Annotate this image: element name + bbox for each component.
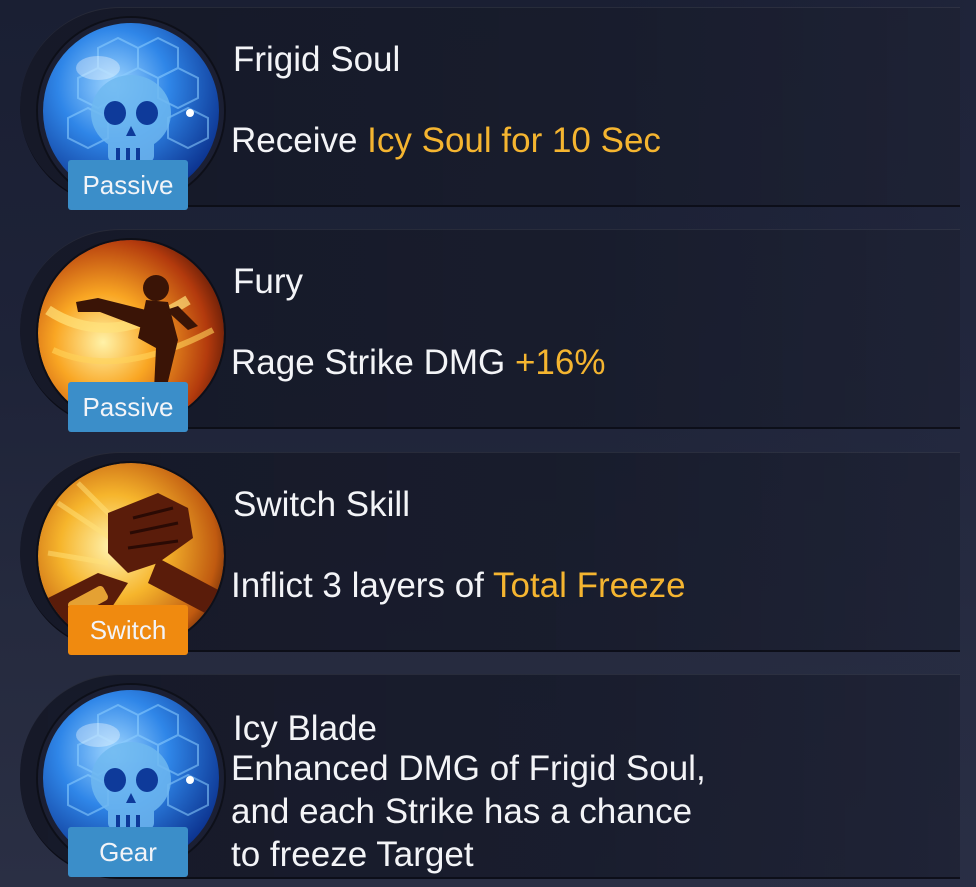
skill-desc-highlight: Icy Soul for 10 Sec [367,121,661,160]
skill-type-badge: Passive [68,382,188,432]
skill-name: Fury [233,262,303,301]
skill-desc-text: Inflict 3 layers of [231,566,493,605]
skill-desc-line: Enhanced DMG of Frigid Soul, [231,749,706,788]
skill-desc-line: and each Strike has a chance [231,792,693,831]
skill-row-frigid-soul[interactable]: Passive Frigid Soul Receive Icy Soul for… [20,7,960,210]
skill-desc-line: to freeze Target [231,835,474,874]
skill-desc-text: Receive [231,121,368,160]
skill-description: Enhanced DMG of Frigid Soul, and each St… [231,747,706,876]
skill-desc-text: Rage Strike DMG [231,343,515,382]
skill-desc-highlight: Total Freeze [492,566,686,605]
skill-description: Receive Icy Soul for 10 Sec [231,121,661,161]
skill-row-fury[interactable]: Passive Fury Rage Strike DMG +16% [20,229,960,432]
skill-type-badge: Switch [68,605,188,655]
skill-row-icy-blade[interactable]: Gear Icy Blade Enhanced DMG of Frigid So… [20,674,960,879]
skill-name: Switch Skill [233,485,410,524]
skill-desc-highlight: +16% [514,343,606,382]
skill-type-badge: Gear [68,827,188,877]
skill-name: Frigid Soul [233,40,401,79]
skill-type-badge: Passive [68,160,188,210]
skill-description: Inflict 3 layers of Total Freeze [231,566,686,606]
skill-row-switch-skill[interactable]: Switch Switch Skill Inflict 3 layers of … [20,452,960,655]
skill-name: Icy Blade [233,709,377,748]
skill-description: Rage Strike DMG +16% [231,343,605,383]
